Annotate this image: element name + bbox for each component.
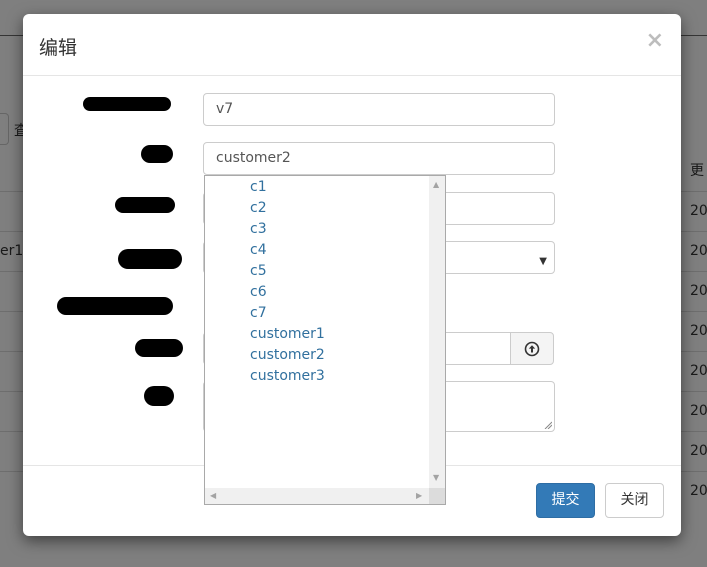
dropdown-option[interactable]: c5 — [205, 261, 429, 282]
caret-down-icon: ▼ — [539, 256, 547, 267]
dropdown-option[interactable]: c3 — [205, 219, 429, 240]
submit-button[interactable]: 提交 — [536, 483, 595, 518]
combobox-dropdown[interactable]: c1 c2 c3 c4 c5 c6 c7 customer1 customer2 customer… — [204, 175, 446, 505]
close-button[interactable]: 关闭 — [605, 483, 664, 518]
horizontal-scrollbar[interactable]: ◀ ▶ — [205, 488, 429, 504]
close-icon[interactable]: × — [646, 28, 664, 53]
scroll-up-icon[interactable]: ▲ — [433, 181, 439, 189]
redacted-label-1 — [83, 97, 171, 111]
scroll-down-icon[interactable]: ▼ — [433, 474, 439, 482]
scroll-right-icon[interactable]: ▶ — [416, 492, 422, 500]
redacted-label-5 — [57, 297, 173, 315]
upload-button[interactable] — [510, 332, 554, 365]
modal-header: 编辑 × — [23, 14, 681, 76]
dropdown-option[interactable]: customer2 — [205, 345, 429, 366]
scroll-left-icon[interactable]: ◀ — [210, 492, 216, 500]
redacted-label-7 — [144, 386, 174, 406]
resize-handle-icon[interactable] — [544, 421, 552, 429]
dropdown-option[interactable]: c2 — [205, 198, 429, 219]
redacted-label-3 — [115, 197, 175, 213]
field-1-input[interactable]: v7 — [203, 93, 555, 126]
redacted-label-4 — [118, 249, 182, 269]
modal-title: 编辑 — [39, 37, 78, 59]
scroll-corner — [429, 488, 445, 504]
dropdown-options: c1 c2 c3 c4 c5 c6 c7 customer1 customer2 customer… — [205, 176, 429, 387]
dropdown-option[interactable]: c7 — [205, 303, 429, 324]
dropdown-option[interactable]: c1 — [205, 177, 429, 198]
dropdown-option[interactable]: customer1 — [205, 324, 429, 345]
field-2-combobox[interactable]: customer2 — [203, 142, 555, 175]
redacted-label-6 — [135, 339, 183, 357]
dropdown-option[interactable]: c6 — [205, 282, 429, 303]
vertical-scrollbar[interactable]: ▲ ▼ — [429, 176, 445, 488]
redacted-label-2 — [141, 145, 173, 163]
upload-circle-icon — [524, 341, 540, 357]
dropdown-option[interactable]: c4 — [205, 240, 429, 261]
dropdown-option[interactable]: customer3 — [205, 366, 429, 387]
